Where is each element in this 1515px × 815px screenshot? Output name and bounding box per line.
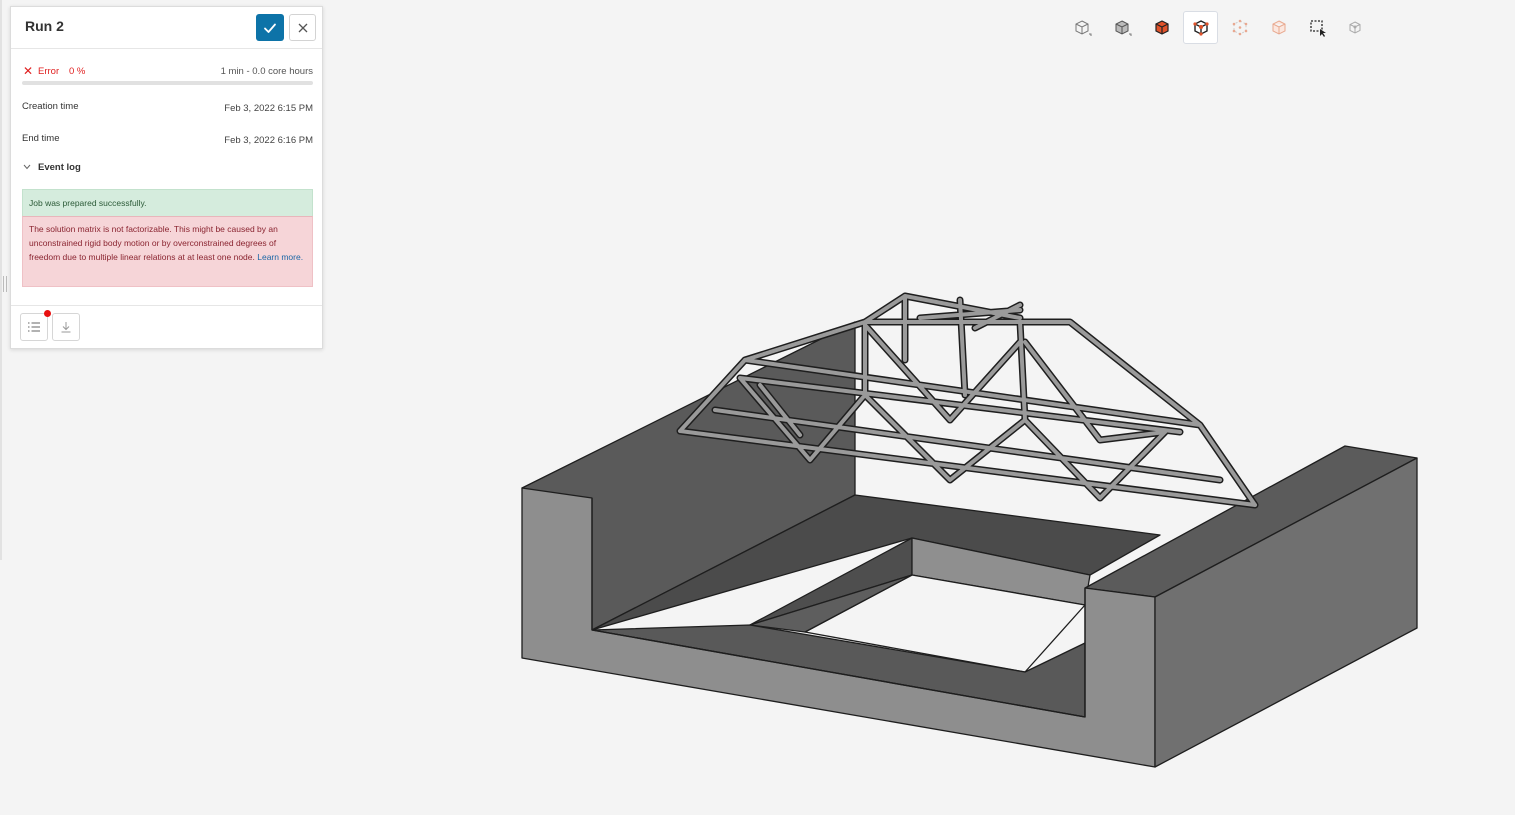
event-log-button[interactable] — [20, 313, 48, 341]
error-message: The solution matrix is not factorizable.… — [22, 216, 313, 287]
learn-more-link[interactable]: Learn more. — [257, 252, 303, 262]
event-log-toggle[interactable]: Event log — [23, 162, 81, 173]
creation-time-label: Creation time — [22, 101, 79, 112]
error-icon: ✕ — [23, 64, 34, 78]
creation-time-row: Creation time Feb 3, 2022 6:15 PM — [22, 101, 313, 114]
close-icon — [298, 23, 307, 32]
chevron-down-icon — [23, 162, 32, 173]
end-time-row: End time Feb 3, 2022 6:16 PM — [22, 133, 313, 146]
end-time-label: End time — [22, 133, 60, 144]
run-details-panel: Run 2 ✕ Error 0 % 1 min - 0.0 core hours… — [10, 6, 323, 349]
panel-footer — [11, 305, 322, 350]
event-log-label: Event log — [38, 162, 81, 173]
panel-title: Run 2 — [25, 18, 64, 34]
run-duration: 1 min - 0.0 core hours — [220, 66, 313, 77]
status-percent: 0 % — [69, 66, 86, 77]
view-cube-points-icon[interactable] — [1222, 11, 1257, 44]
error-message-text: The solution matrix is not factorizable.… — [29, 224, 278, 263]
box-select-icon[interactable] — [1300, 11, 1335, 44]
panel-header: Run 2 — [11, 7, 322, 49]
download-button[interactable] — [52, 313, 80, 341]
list-icon — [28, 322, 40, 332]
creation-time-value: Feb 3, 2022 6:15 PM — [224, 103, 313, 114]
view-cube-ghost-icon[interactable] — [1261, 11, 1296, 44]
check-icon — [264, 23, 276, 33]
confirm-button[interactable] — [256, 14, 284, 41]
view-cube-wireframe-icon[interactable] — [1064, 11, 1099, 44]
view-cube-faces-icon[interactable] — [1144, 11, 1179, 44]
notification-dot — [44, 310, 51, 317]
end-time-value: Feb 3, 2022 6:16 PM — [224, 135, 313, 146]
hidden-select-icon[interactable] — [1337, 11, 1372, 44]
view-cube-vertex-icon[interactable] — [1183, 11, 1218, 44]
close-button[interactable] — [289, 14, 316, 41]
view-cube-solid-icon[interactable] — [1104, 11, 1139, 44]
progress-bar — [22, 81, 313, 85]
run-status-row: ✕ Error 0 % 1 min - 0.0 core hours — [23, 64, 313, 79]
status-label: Error — [38, 66, 60, 77]
download-icon — [61, 322, 71, 333]
success-message: Job was prepared successfully. — [22, 189, 313, 216]
